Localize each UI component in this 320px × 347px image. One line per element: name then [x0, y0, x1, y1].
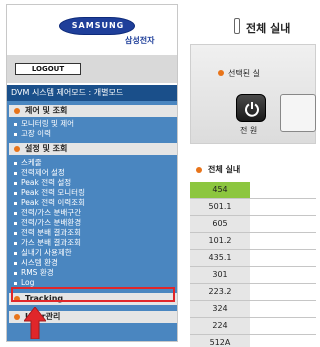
bullet-icon: [14, 162, 17, 165]
table-row: 435.1: [190, 250, 316, 267]
table-cell: 435.1: [190, 250, 250, 266]
page-title: 전체 실내: [246, 22, 291, 35]
table-cell: 324: [190, 301, 250, 317]
red-arrow-icon: [24, 307, 46, 339]
main-panel: 전체 실내 선택된 실 전 원 전체 실내 454 501.1 605 101.…: [182, 0, 316, 347]
section-dot-icon: [14, 314, 20, 320]
menu-item-label: Peak 전력 이력조회: [21, 198, 85, 207]
menu-item-peak-history[interactable]: Peak 전력 이력조회: [11, 198, 85, 208]
thermometer-icon: [234, 18, 240, 34]
table-row: 324: [190, 301, 316, 318]
menu-item-fault-history[interactable]: 고장 이력: [11, 129, 51, 139]
menu-item-label: RMS 환경: [21, 268, 54, 277]
logo-brand-text: SAMSUNG: [71, 21, 125, 30]
power-label: 전 원: [240, 126, 258, 135]
bullet-icon: [14, 182, 17, 185]
bullet-icon: [14, 123, 17, 126]
menu-item-rms-env[interactable]: RMS 환경: [11, 268, 54, 278]
table-cell: 501.1: [190, 199, 250, 215]
bullet-icon: [14, 232, 17, 235]
menu-item-peak-setting[interactable]: Peak 전력 설정: [11, 178, 71, 188]
menu-item-label: 고장 이력: [21, 129, 51, 138]
table-row: 512A: [190, 335, 316, 347]
section-dot-icon: [14, 108, 20, 114]
table-cell: 223.2: [190, 284, 250, 300]
table-row: 301: [190, 267, 316, 284]
menu-item-dist-section[interactable]: 전력/가스 분배구간: [11, 208, 81, 218]
table-row: 501.1: [190, 199, 316, 216]
logo-area: SAMSUNG 삼성전자: [7, 5, 177, 55]
menu-item-label: Peak 전력 모니터링: [21, 188, 85, 197]
menu-section-label: 설정 및 조회: [25, 144, 68, 153]
menu-item-label: 모니터링 및 제어: [21, 119, 75, 128]
bullet-icon: [14, 133, 17, 136]
bullet-icon: [14, 282, 17, 285]
table-row: 101.2: [190, 233, 316, 250]
table-row: 454: [190, 182, 316, 199]
value-table: 454 501.1 605 101.2 435.1 301 223.2 324 …: [190, 182, 316, 347]
menu-section-control[interactable]: 제어 및 조회: [9, 105, 177, 117]
menu-item-label: 실내기 사용제한: [21, 248, 72, 257]
menu-section-settings[interactable]: 설정 및 조회: [9, 143, 177, 155]
menu-panel: 제어 및 조회 모니터링 및 제어 고장 이력 설정 및 조회 스케줄 전력제어…: [7, 101, 177, 341]
menu-item-system-env[interactable]: 시스템 환경: [11, 258, 58, 268]
secondary-button[interactable]: [280, 94, 316, 132]
bullet-icon: [14, 272, 17, 275]
menu-item-gas-dist-result[interactable]: 가스 분배 결과조회: [11, 238, 81, 248]
bullet-dot-icon: [218, 70, 224, 76]
bullet-icon: [14, 192, 17, 195]
table-row: 224: [190, 318, 316, 335]
samsung-logo: SAMSUNG: [59, 17, 135, 35]
table-cell: 454: [190, 182, 250, 198]
menu-item-label: 전력/가스 분배환경: [21, 218, 82, 227]
table-row: 223.2: [190, 284, 316, 301]
menu-item-label: 가스 분배 결과조회: [21, 238, 81, 247]
menu-item-peak-monitoring[interactable]: Peak 전력 모니터링: [11, 188, 85, 198]
table-cell: 512A: [190, 335, 250, 347]
bullet-icon: [14, 252, 17, 255]
menu-item-dist-env[interactable]: 전력/가스 분배환경: [11, 218, 81, 228]
tracking-highlight-box: [11, 287, 175, 302]
table-cell: 605: [190, 216, 250, 232]
table-cell: 101.2: [190, 233, 250, 249]
bullet-icon: [14, 212, 17, 215]
logout-button[interactable]: LOGOUT: [15, 63, 81, 75]
table-cell: 224: [190, 318, 250, 334]
menu-item-label: 전력 분배 결과조회: [21, 228, 81, 237]
menu-item-power-dist-result[interactable]: 전력 분배 결과조회: [11, 228, 81, 238]
power-button[interactable]: [236, 94, 266, 122]
bullet-icon: [14, 172, 17, 175]
mode-bar: DVM 시스템 제어모드 : 개별모드: [7, 85, 177, 101]
bullet-icon: [14, 242, 17, 245]
menu-item-label: 전력제어 설정: [21, 168, 65, 177]
bullet-icon: [14, 202, 17, 205]
menu-item-indoor-restrict[interactable]: 실내기 사용제한: [11, 248, 72, 258]
section-dot-icon: [14, 146, 20, 152]
logo-subtitle: 삼성전자: [125, 36, 155, 45]
menu-item-monitoring[interactable]: 모니터링 및 제어: [11, 119, 74, 129]
bullet-icon: [14, 262, 17, 265]
bullet-icon: [14, 222, 17, 225]
selected-room-label: 선택된 실: [228, 69, 260, 78]
menu-item-label: 전력/가스 분배구간: [21, 208, 82, 217]
menu-item-label: Peak 전력 설정: [21, 178, 72, 187]
menu-item-label: Log: [21, 278, 35, 287]
menu-item-label: 시스템 환경: [21, 258, 58, 267]
menu-item-power-control[interactable]: 전력제어 설정: [11, 168, 65, 178]
table-row: 605: [190, 216, 316, 233]
menu-item-label: 스케줄: [21, 158, 42, 167]
table-header: 전체 실내: [208, 165, 241, 174]
power-icon: [245, 102, 259, 117]
table-cell: 301: [190, 267, 250, 283]
title-bar: 전체 실내: [182, 6, 316, 35]
menu-section-label: 제어 및 조회: [25, 106, 68, 115]
menu-item-schedule[interactable]: 스케줄: [11, 158, 42, 168]
